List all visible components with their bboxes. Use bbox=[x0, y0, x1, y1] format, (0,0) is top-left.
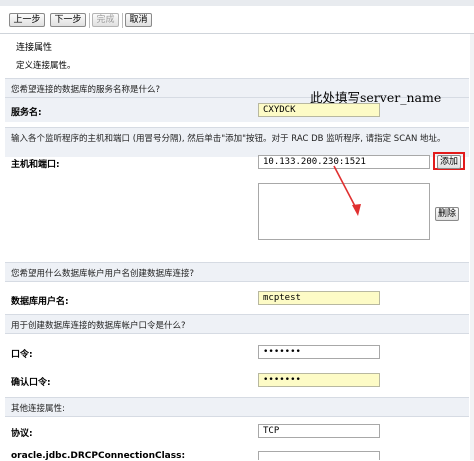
confirm-password-label: 确认口令: bbox=[11, 378, 51, 388]
other-section: 其他连接属性: bbox=[5, 397, 469, 417]
user-prompt: 您希望用什么数据库帐户用户名创建数据库连接? bbox=[11, 269, 195, 279]
other-prompt: 其他连接属性: bbox=[11, 404, 65, 414]
protocol-input[interactable]: TCP bbox=[258, 424, 380, 438]
section-divider bbox=[5, 314, 469, 315]
protocol-label: 协议: bbox=[11, 429, 33, 439]
password-input[interactable]: ••••••• bbox=[258, 345, 380, 359]
section-divider bbox=[5, 262, 469, 263]
password-prompt: 用于创建数据库连接的数据库帐户口令是什么? bbox=[11, 321, 186, 331]
db-username-input[interactable]: mcptest bbox=[258, 291, 380, 305]
annotation-arrow bbox=[333, 165, 361, 216]
section-divider bbox=[5, 333, 469, 334]
db-username-label: 数据库用户名: bbox=[11, 297, 69, 307]
section-divider bbox=[5, 397, 469, 398]
conn-class-input[interactable] bbox=[258, 451, 380, 460]
section-divider bbox=[5, 281, 469, 282]
password-label: 口令: bbox=[11, 350, 33, 360]
right-edge bbox=[470, 34, 474, 460]
confirm-password-input[interactable]: ••••••• bbox=[258, 373, 380, 387]
section-divider bbox=[5, 416, 469, 417]
user-section: 您希望用什么数据库帐户用户名创建数据库连接? bbox=[5, 262, 469, 282]
password-section: 用于创建数据库连接的数据库帐户口令是什么? bbox=[5, 314, 469, 334]
